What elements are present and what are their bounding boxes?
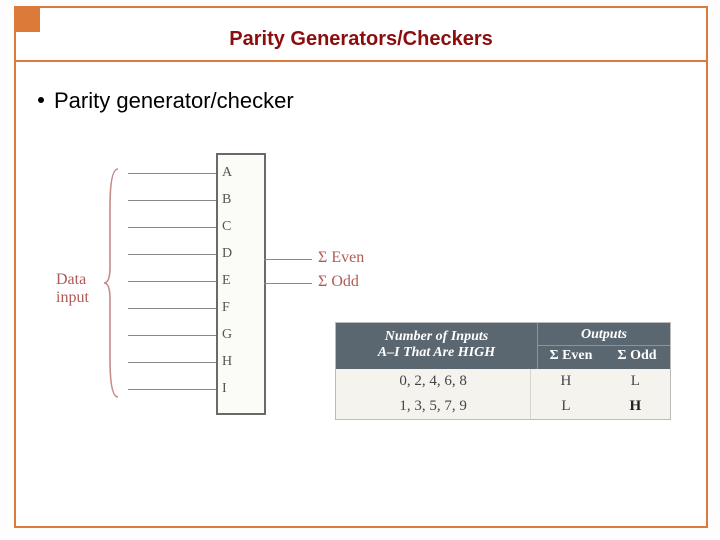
bullet-dot-icon [38, 97, 44, 103]
output-line-odd [264, 283, 312, 284]
table-header-left-l2: A–I That Are HIGH [344, 345, 529, 361]
parity-table: Number of Inputs A–I That Are HIGH Outpu… [336, 323, 670, 419]
table-cell-even: L [531, 394, 600, 419]
input-line [128, 362, 216, 363]
table-header-outputs: Outputs [538, 323, 670, 346]
slide-frame: Parity Generators/Checkers Parity genera… [14, 6, 708, 528]
input-label-G: G [222, 327, 242, 343]
input-line [128, 335, 216, 336]
input-label-F: F [222, 300, 242, 316]
output-line-even [264, 259, 312, 260]
data-input-label: Data input [56, 271, 89, 307]
table-header-left: Number of Inputs A–I That Are HIGH [336, 323, 538, 369]
input-line [128, 227, 216, 228]
input-line [128, 308, 216, 309]
table-header-right: Outputs Σ Even Σ Odd [538, 323, 670, 369]
input-line [128, 389, 216, 390]
table-header-odd: Σ Odd [604, 346, 670, 368]
table-header-left-l1: Number of Inputs [344, 329, 529, 345]
output-label-odd: Σ Odd [318, 273, 359, 291]
brace-icon [104, 167, 122, 399]
table-row: 1, 3, 5, 7, 9 L H [336, 394, 670, 419]
table-header: Number of Inputs A–I That Are HIGH Outpu… [336, 323, 670, 369]
table-cell-cond: 0, 2, 4, 6, 8 [336, 369, 531, 394]
table-cell-cond: 1, 3, 5, 7, 9 [336, 394, 531, 419]
input-label-E: E [222, 273, 242, 289]
output-label-even: Σ Even [318, 249, 364, 267]
title-underline [14, 60, 708, 62]
input-label-B: B [222, 192, 242, 208]
table-cell-odd: L [601, 369, 670, 394]
input-label-D: D [222, 246, 242, 262]
input-line [128, 254, 216, 255]
table-cell-even: H [531, 369, 600, 394]
input-line [128, 173, 216, 174]
table-header-even: Σ Even [538, 346, 604, 368]
input-line [128, 281, 216, 282]
input-label-C: C [222, 219, 242, 235]
bullet-line: Parity generator/checker [38, 88, 294, 114]
input-label-I: I [222, 381, 242, 397]
bullet-text: Parity generator/checker [54, 88, 294, 113]
table-row: 0, 2, 4, 6, 8 H L [336, 369, 670, 394]
input-label-A: A [222, 165, 242, 181]
input-line [128, 200, 216, 201]
input-label-H: H [222, 354, 242, 370]
slide-title: Parity Generators/Checkers [16, 28, 706, 51]
table-cell-odd: H [601, 394, 670, 419]
